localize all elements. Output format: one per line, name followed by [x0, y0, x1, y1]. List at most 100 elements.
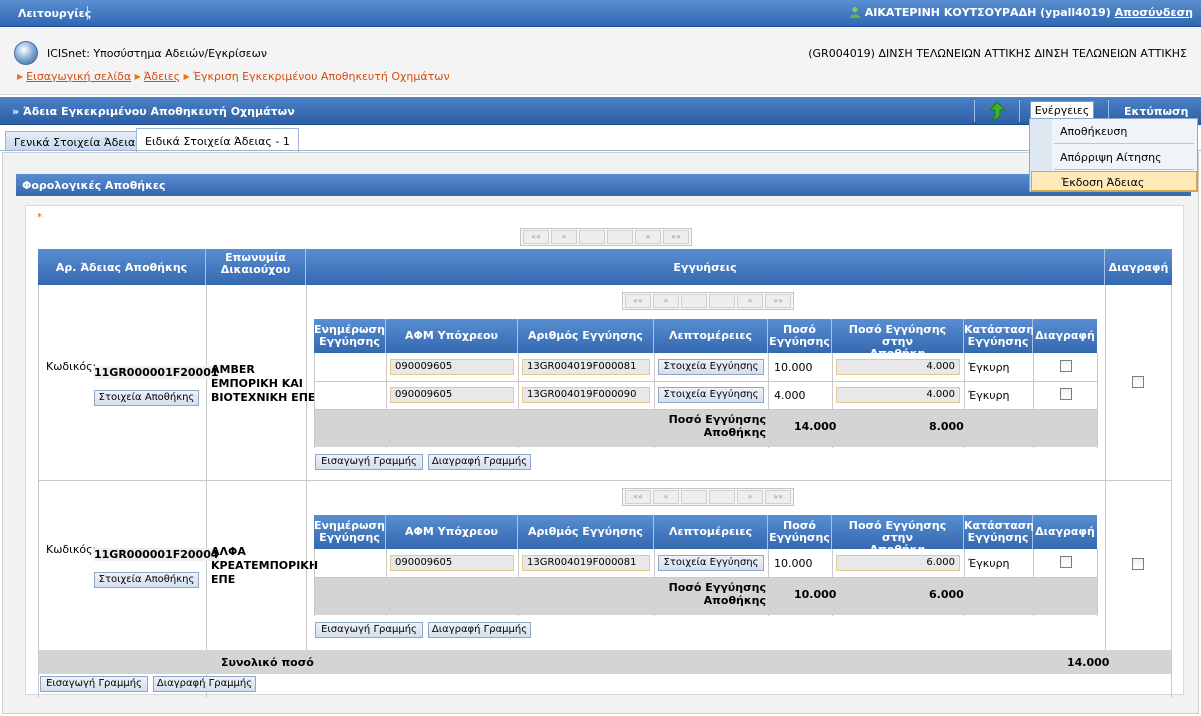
pager-last[interactable]: »» [663, 230, 689, 244]
guarantee-number-field: 13GR004019F000090 [522, 387, 650, 403]
menu-divider [1054, 143, 1194, 144]
pager-last[interactable]: »» [765, 294, 791, 308]
sub-header-delete: Διαγραφή [1033, 515, 1097, 549]
code-label: Κωδικός: [46, 543, 97, 556]
breadcrumb-home[interactable]: Εισαγωγική σελίδα [26, 70, 131, 83]
row-delete-checkbox[interactable] [1060, 556, 1072, 568]
customs-office: (GR004019) ΔΙΝΣΗ ΤΕΛΩΝΕΙΩΝ ΑΤΤΙΚΗΣ ΔΙΝΣΗ… [808, 47, 1187, 60]
menu-item-reject[interactable]: Απόρριψη Αίτησης [1052, 145, 1197, 169]
pager-first[interactable]: «« [523, 230, 549, 244]
pager-page [579, 230, 605, 244]
insert-row-button[interactable]: Εισαγωγή Γραμμής [315, 622, 423, 638]
sub-header-text: Ποσό Εγγύησης στην [848, 519, 947, 544]
insert-warehouse-row-button[interactable]: Εισαγωγή Γραμμής [40, 676, 148, 692]
print-button[interactable]: Εκτύπωση [1124, 105, 1188, 118]
col-header-holder-line2: Δικαιούχου [220, 263, 291, 276]
total-store-label: Ποσό Εγγύησης Αποθήκης [658, 413, 766, 439]
delete-warehouse-row-button[interactable]: Διαγραφή Γραμμής [153, 676, 256, 692]
functions-menu[interactable]: Λειτουργίες [18, 7, 91, 20]
warehouse-delete-checkbox[interactable] [1132, 558, 1144, 570]
sub-header-amount: Ποσό Εγγύησης [768, 319, 832, 353]
warehouse-code: 11GR000001F20001 [94, 366, 219, 379]
grid-line [38, 285, 39, 698]
guarantees-pager: «« « » »» [622, 488, 794, 506]
pager-page [709, 490, 735, 504]
sub-header-update: Ενημέρωση Εγγύησης [314, 515, 386, 549]
total-guarantee-amount: 10.000 [794, 588, 837, 601]
holder-name: AMBER ΕΜΠΟΡΙΚΗ ΚΑΙ ΒΙΟΤΕΧΝΙΚΗ ΕΠΕ [211, 363, 315, 405]
guarantee-amount: 10.000 [774, 557, 813, 570]
sub-header-delete: Διαγραφή [1033, 319, 1097, 353]
sub-header-amount: Ποσό Εγγύησης [768, 515, 832, 549]
pager-page [607, 230, 633, 244]
tab-general[interactable]: Γενικά Στοιχεία Άδειας [5, 131, 151, 151]
sub-header-number: Αριθμός Εγγύησης [518, 319, 654, 353]
grid-line [206, 285, 207, 698]
afm-field: 090009605 [390, 359, 514, 375]
back-up-arrow-icon[interactable] [986, 100, 1008, 122]
col-header-guarantees: Εγγυήσεις [306, 249, 1105, 285]
pager-prev[interactable]: « [653, 490, 679, 504]
pager-page [681, 294, 707, 308]
grand-total-label: Συνολικό ποσό [221, 656, 314, 669]
main-panel: Φορολογικές Αποθήκες * «« « » »» Αρ. Άδε… [2, 152, 1199, 714]
pager-last[interactable]: »» [765, 490, 791, 504]
sub-header-store-amount: Ποσό Εγγύησης στην Αποθήκη [832, 319, 964, 360]
breadcrumb-arrow-icon: ▶ [134, 72, 141, 81]
total-store-label-line: Ποσό Εγγύησης [668, 581, 766, 594]
tab-special[interactable]: Ειδικά Στοιχεία Άδειας - 1 [136, 128, 299, 152]
total-store-amount: 6.000 [929, 588, 964, 601]
top-menu-bar: Λειτουργίες ΑΙΚΑΤΕΡΙΝΗ ΚΟΥΤΣΟΥΡΑΔΗ (ypal… [0, 0, 1201, 27]
menu-item-save[interactable]: Αποθήκευση [1052, 119, 1197, 143]
grid-line [1171, 285, 1172, 698]
pager-next[interactable]: » [737, 490, 763, 504]
logout-link[interactable]: Αποσύνδεση [1115, 6, 1193, 19]
insert-row-button[interactable]: Εισαγωγή Γραμμής [315, 454, 423, 470]
guarantee-status: Έγκυρη [968, 389, 1010, 402]
guarantee-details-button[interactable]: Στοιχεία Εγγύησης [658, 555, 764, 571]
pager-next[interactable]: » [635, 230, 661, 244]
col-header-delete: Διαγραφή [1105, 249, 1172, 285]
total-store-label-line: Αποθήκης [703, 594, 766, 607]
store-details-button[interactable]: Στοιχεία Αποθήκης [94, 390, 199, 406]
row-delete-checkbox[interactable] [1060, 388, 1072, 400]
grid-line [306, 285, 307, 651]
total-store-label-line: Ποσό Εγγύησης [668, 413, 766, 426]
menu-item-issue-license[interactable]: Έκδοση Άδειας [1031, 171, 1197, 191]
store-amount-field: 4.000 [836, 387, 960, 403]
pager-prev[interactable]: « [653, 294, 679, 308]
header: ICISnet: Υποσύστημα Αδειών/Εγκρίσεων (GR… [0, 27, 1201, 95]
warehouse-code: 11GR000001F20004 [94, 548, 219, 561]
breadcrumb-licenses[interactable]: Άδειες [144, 70, 180, 83]
col-header-holder: Επωνυμία Δικαιούχου [206, 249, 306, 285]
holder-name-line: AMBER [211, 363, 255, 376]
holder-name: ΑΛΦΑ ΚΡΕΑΤΕΜΠΟΡΙΚΗ ΕΠΕ [211, 545, 318, 587]
page-title-bar: » Άδεια Εγκεκριμένου Αποθηκευτή Οχημάτων… [0, 97, 1201, 125]
pager-first[interactable]: «« [625, 490, 651, 504]
grid-line [1105, 285, 1106, 651]
delete-row-button[interactable]: Διαγραφή Γραμμής [428, 454, 531, 470]
grid-line [1097, 353, 1098, 448]
guarantees-pager: «« « » »» [622, 292, 794, 310]
guarantee-details-button[interactable]: Στοιχεία Εγγύησης [658, 387, 764, 403]
guarantee-amount: 4.000 [774, 389, 806, 402]
sub-header-text: Εγγύησης [769, 335, 830, 348]
guarantee-details-button[interactable]: Στοιχεία Εγγύησης [658, 359, 764, 375]
sub-header-number: Αριθμός Εγγύησης [518, 515, 654, 549]
sub-header-details: Λεπτομέρειες [654, 515, 768, 549]
row-delete-checkbox[interactable] [1060, 360, 1072, 372]
holder-name-line: ΚΡΕΑΤΕΜΠΟΡΙΚΗ [211, 559, 319, 572]
pager-first[interactable]: «« [625, 294, 651, 308]
store-amount-field: 4.000 [836, 359, 960, 375]
sub-header-text: Εγγύησης [319, 531, 380, 544]
actions-menu-button[interactable]: Ενέργειες [1030, 101, 1094, 119]
breadcrumb-arrow-icon: ▶ [17, 72, 24, 81]
store-details-button[interactable]: Στοιχεία Αποθήκης [94, 572, 199, 588]
pager-next[interactable]: » [737, 294, 763, 308]
pager-prev[interactable]: « [551, 230, 577, 244]
grand-total-value: 14.000 [1067, 656, 1110, 669]
delete-row-button[interactable]: Διαγραφή Γραμμής [428, 622, 531, 638]
warehouse-delete-checkbox[interactable] [1132, 376, 1144, 388]
sub-header-text: Εγγύησης [769, 531, 830, 544]
grid-line [38, 480, 1172, 481]
